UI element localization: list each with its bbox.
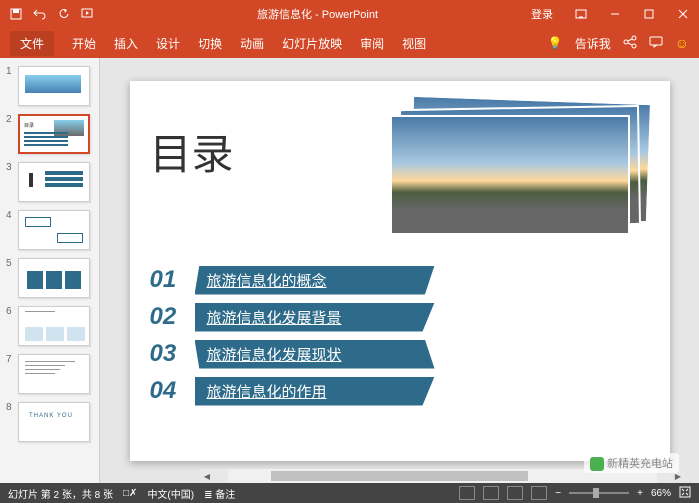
comments-icon[interactable]: [649, 36, 663, 51]
tab-view[interactable]: 视图: [402, 35, 426, 52]
window-controls: [565, 0, 699, 28]
thumbnail-3[interactable]: 3: [0, 158, 99, 206]
feedback-icon[interactable]: ☺: [675, 35, 689, 51]
toc-item-2[interactable]: 02旅游信息化发展背景: [150, 303, 435, 332]
slideshow-view-button[interactable]: [531, 486, 547, 500]
slide-counter[interactable]: 幻灯片 第 2 张，共 8 张: [8, 486, 113, 501]
notes-button[interactable]: ≣ 备注: [204, 486, 235, 501]
ribbon-tabs: 文件 开始 插入 设计 切换 动画 幻灯片放映 审阅 视图 💡 告诉我 ☺: [0, 28, 699, 58]
thumbnail-8[interactable]: 8THANK YOU: [0, 398, 99, 446]
slideshow-start-icon[interactable]: [80, 6, 96, 22]
thumbnail-1[interactable]: 1: [0, 62, 99, 110]
thumbnail-7[interactable]: 7: [0, 350, 99, 398]
table-of-contents: 01旅游信息化的概念 02旅游信息化发展背景 03旅游信息化发展现状 04旅游信…: [150, 266, 435, 414]
document-title: 旅游信息化 - PowerPoint: [104, 6, 531, 22]
maximize-button[interactable]: [633, 0, 665, 28]
undo-icon[interactable]: [32, 6, 48, 22]
normal-view-button[interactable]: [459, 486, 475, 500]
hero-image-stack[interactable]: [390, 99, 650, 239]
thumbnail-6[interactable]: 6: [0, 302, 99, 350]
spellcheck-icon[interactable]: □✗: [123, 488, 137, 499]
tab-home[interactable]: 开始: [72, 35, 96, 52]
scroll-thumb[interactable]: [271, 471, 528, 481]
zoom-level[interactable]: 66%: [651, 488, 671, 499]
tab-file[interactable]: 文件: [10, 31, 54, 56]
watermark: 新精英充电站: [584, 453, 679, 473]
language-indicator[interactable]: 中文(中国): [147, 486, 194, 501]
tab-slideshow[interactable]: 幻灯片放映: [282, 35, 342, 52]
slide-thumbnails-panel[interactable]: 1 2目录 3 4 5 6 7 8THANK YOU: [0, 58, 100, 483]
tab-review[interactable]: 审阅: [360, 35, 384, 52]
statusbar: 幻灯片 第 2 张，共 8 张 □✗ 中文(中国) ≣ 备注 − + 66%: [0, 483, 699, 503]
share-icon[interactable]: [623, 35, 637, 52]
close-button[interactable]: [667, 0, 699, 28]
login-label[interactable]: 登录: [531, 6, 553, 22]
quick-access-toolbar: [0, 6, 104, 22]
slide-title[interactable]: 目录: [150, 121, 234, 182]
sorter-view-button[interactable]: [483, 486, 499, 500]
redo-icon[interactable]: [56, 6, 72, 22]
slide-content[interactable]: 目录 01旅游信息化的概念 02旅游信息化发展背景 03旅游信息化发展现状 04…: [130, 81, 670, 461]
tell-me-input[interactable]: 告诉我: [575, 35, 611, 52]
fit-to-window-button[interactable]: [679, 486, 691, 501]
thumbnail-5[interactable]: 5: [0, 254, 99, 302]
tab-design[interactable]: 设计: [156, 35, 180, 52]
thumbnail-4[interactable]: 4: [0, 206, 99, 254]
reading-view-button[interactable]: [507, 486, 523, 500]
toc-item-4[interactable]: 04旅游信息化的作用: [150, 377, 435, 406]
ribbon-options-icon[interactable]: [565, 0, 597, 28]
scroll-left-button[interactable]: ◀: [200, 469, 214, 483]
toc-item-3[interactable]: 03旅游信息化发展现状: [150, 340, 435, 369]
tab-insert[interactable]: 插入: [114, 35, 138, 52]
workspace: 1 2目录 3 4 5 6 7 8THANK YOU 目录 01旅游信息化的概念…: [0, 58, 699, 483]
toc-item-1[interactable]: 01旅游信息化的概念: [150, 266, 435, 295]
tab-transitions[interactable]: 切换: [198, 35, 222, 52]
tab-animations[interactable]: 动画: [240, 35, 264, 52]
zoom-out-button[interactable]: −: [555, 488, 561, 499]
save-icon[interactable]: [8, 6, 24, 22]
zoom-in-button[interactable]: +: [637, 488, 643, 499]
thumbnail-2[interactable]: 2目录: [0, 110, 99, 158]
lightbulb-icon: 💡: [548, 36, 563, 50]
zoom-slider[interactable]: [569, 492, 629, 494]
titlebar: 旅游信息化 - PowerPoint 登录: [0, 0, 699, 28]
slide-canvas-area[interactable]: 目录 01旅游信息化的概念 02旅游信息化发展背景 03旅游信息化发展现状 04…: [100, 58, 699, 483]
minimize-button[interactable]: [599, 0, 631, 28]
